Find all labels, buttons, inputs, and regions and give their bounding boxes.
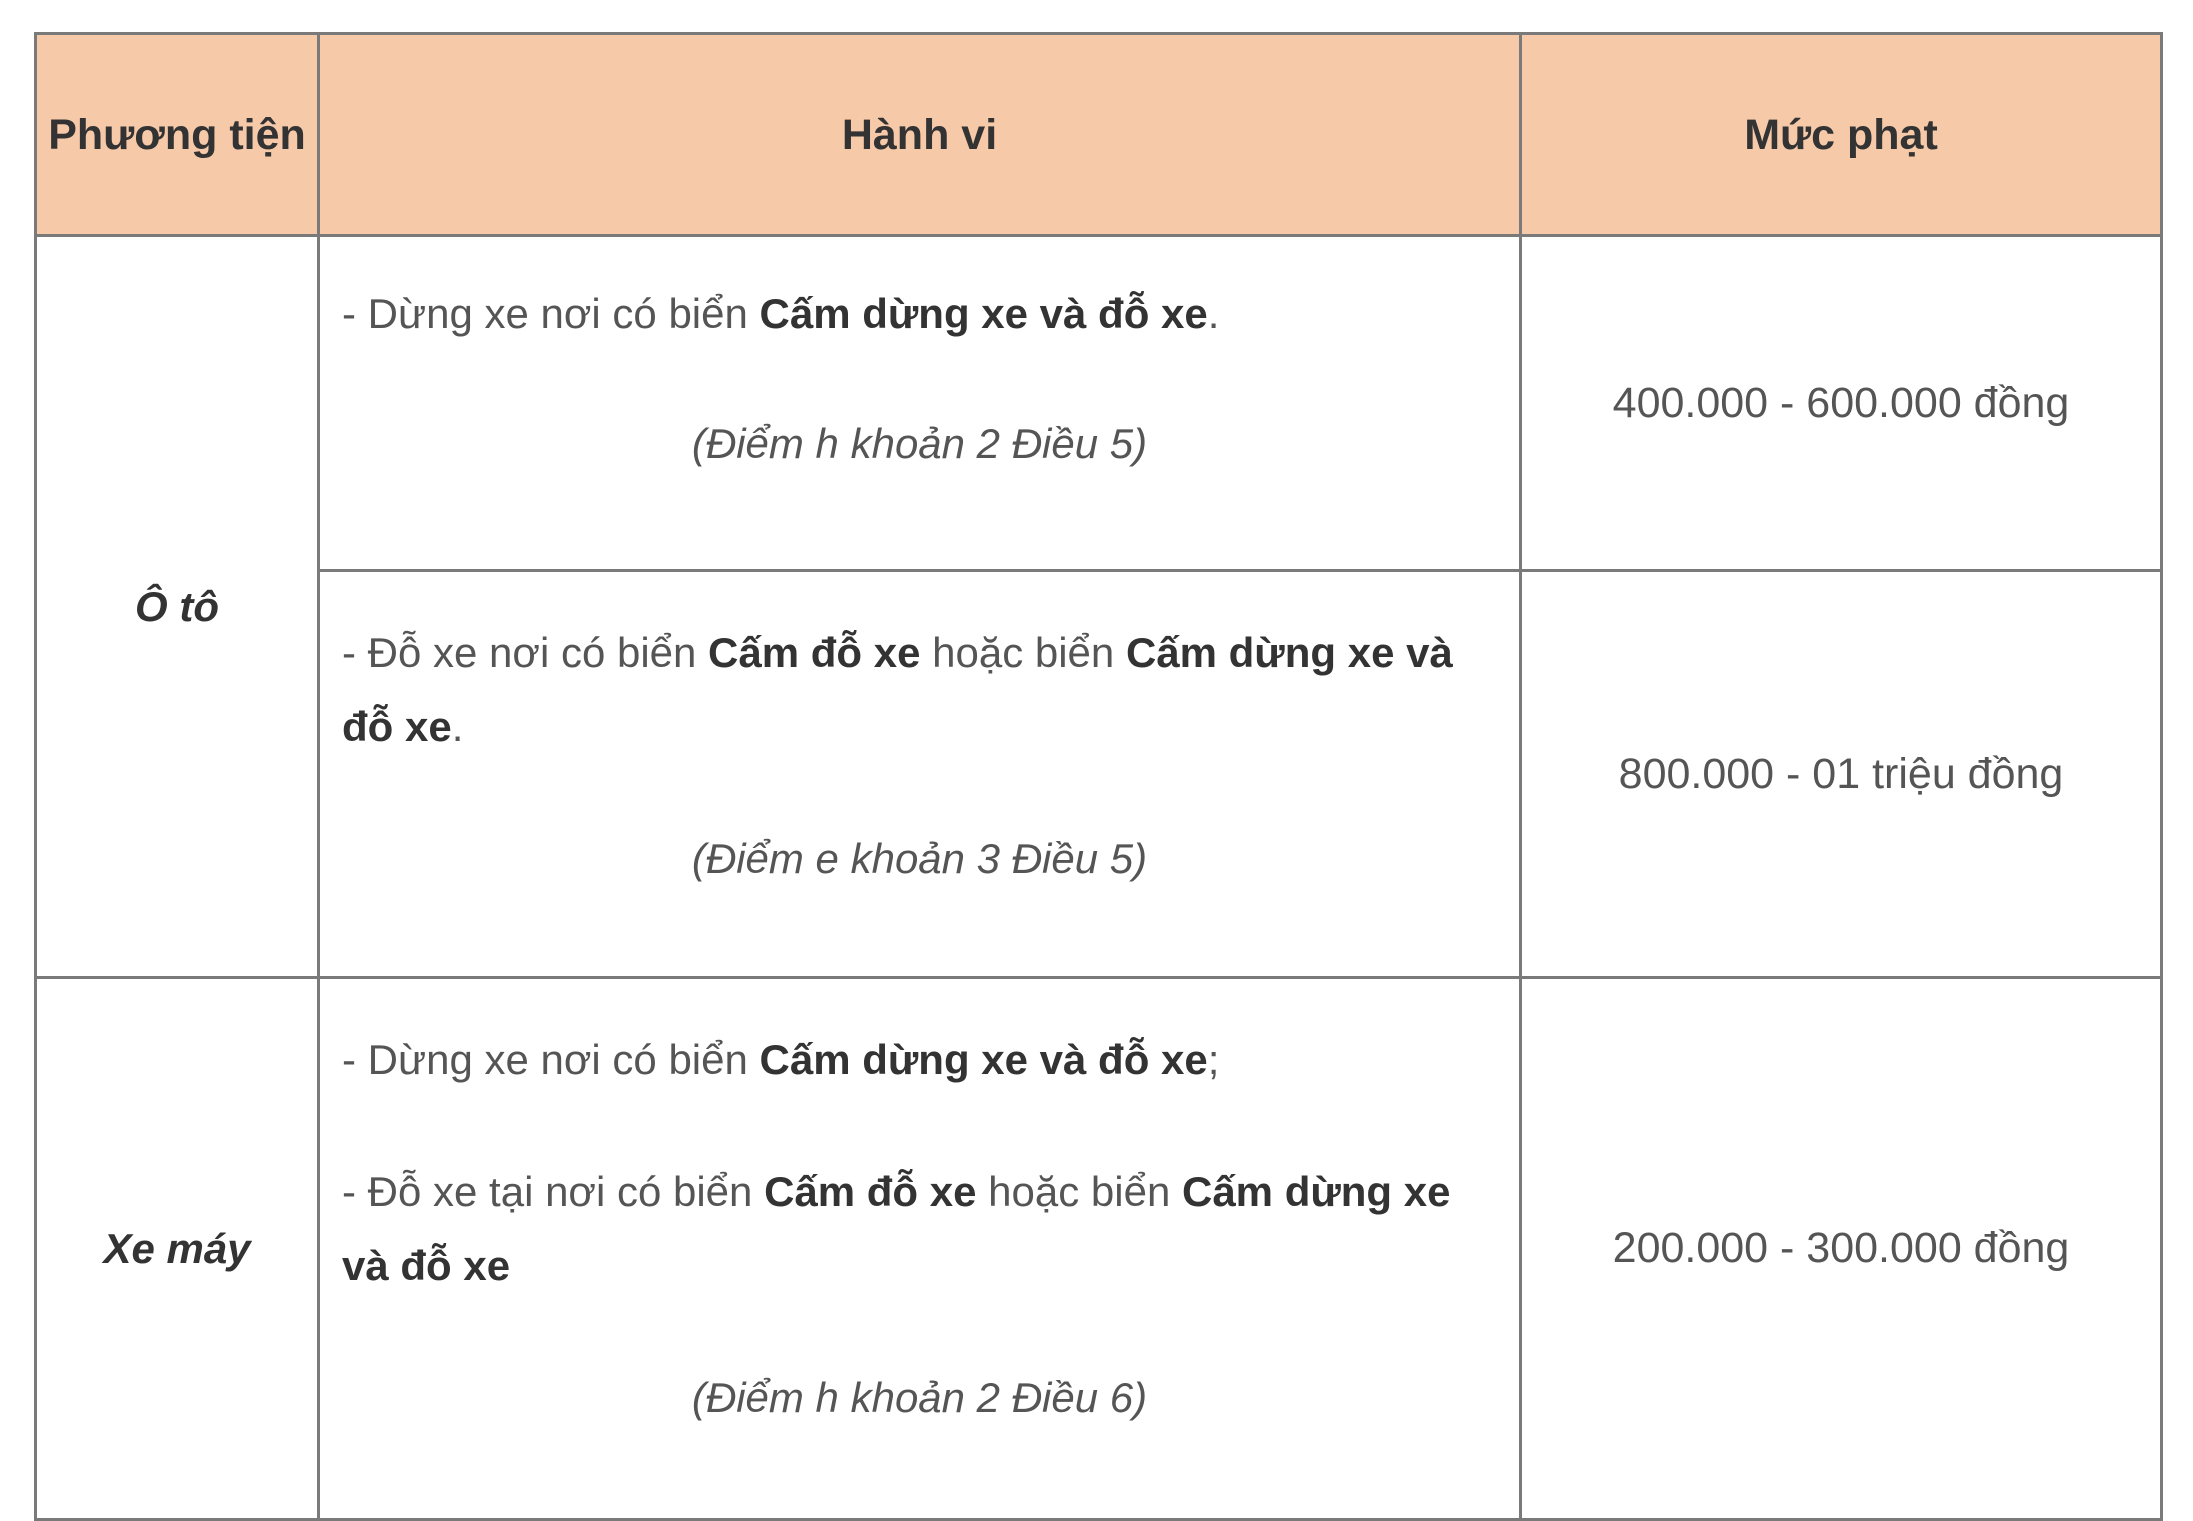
table-row: Ô tô - Dừng xe nơi có biển Cấm dừng xe v… (34, 234, 2163, 979)
fine-cell: 800.000 - 01 triệu đồng (1519, 569, 2163, 979)
legal-citation: (Điểm e khoản 3 Điều 5) (691, 835, 1148, 882)
fine-cell: 400.000 - 600.000 đồng (1519, 234, 2163, 572)
legal-citation: (Điểm h khoản 2 Điều 5) (691, 420, 1148, 467)
table-row: - Đỗ xe nơi có biển Cấm đỗ xe hoặc biển … (36, 569, 2163, 979)
violation-text: - Dừng xe nơi có biển Cấm dừng xe và đỗ … (342, 1023, 1497, 1097)
header-fine: Mức phạt (1519, 32, 2163, 237)
sign-name: Cấm dừng xe và đỗ xe (759, 290, 1208, 337)
sign-name: Cấm đỗ xe (764, 1168, 977, 1215)
sign-name: Cấm đỗ xe (708, 629, 921, 676)
violation-text-plain: - Dừng xe nơi có biển (342, 290, 760, 337)
sign-name: Cấm dừng xe và đỗ xe (759, 1036, 1208, 1083)
table-row: Xe máy - Dừng xe nơi có biển Cấm dừng xe… (34, 976, 2163, 1521)
fines-table: Phương tiện Hành vi Mức phạt Ô tô - Dừng… (34, 32, 2163, 1521)
behavior-cell: - Dừng xe nơi có biển Cấm dừng xe và đỗ … (317, 234, 1522, 572)
punctuation: ; (1207, 1036, 1220, 1083)
punctuation: . (451, 703, 464, 750)
violation-text: - Đỗ xe tại nơi có biển Cấm đỗ xe hoặc b… (342, 1155, 1497, 1303)
vehicle-cell-motorbike: Xe máy (34, 976, 320, 1521)
fine-cell: 200.000 - 300.000 đồng (1519, 976, 2163, 1521)
header-behavior: Hành vi (317, 32, 1522, 237)
violation-text-plain: hoặc biển (920, 629, 1126, 676)
violation-text: - Đỗ xe nơi có biển Cấm đỗ xe hoặc biển … (342, 616, 1497, 764)
table-header-row: Phương tiện Hành vi Mức phạt (34, 32, 2163, 237)
violation-text-plain: - Dừng xe nơi có biển (342, 1036, 760, 1083)
violation-text-plain: hoặc biển (976, 1168, 1182, 1215)
punctuation: . (1207, 290, 1220, 337)
behavior-cell: - Dừng xe nơi có biển Cấm dừng xe và đỗ … (317, 976, 1522, 1521)
behavior-cell: - Đỗ xe nơi có biển Cấm đỗ xe hoặc biển … (317, 569, 1522, 979)
violation-text-plain: - Đỗ xe nơi có biển (342, 629, 709, 676)
header-vehicle: Phương tiện (34, 32, 320, 237)
vehicle-cell-car: Ô tô (34, 234, 320, 979)
legal-citation: (Điểm h khoản 2 Điều 6) (691, 1374, 1148, 1421)
violation-text: - Dừng xe nơi có biển Cấm dừng xe và đỗ … (342, 277, 1497, 351)
violation-text-plain: - Đỗ xe tại nơi có biển (342, 1168, 765, 1215)
fines-table-container: Phương tiện Hành vi Mức phạt Ô tô - Dừng… (34, 32, 2163, 1521)
